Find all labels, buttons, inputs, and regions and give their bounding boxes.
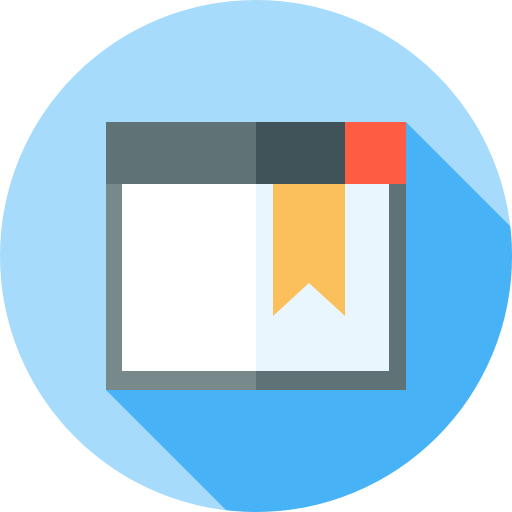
close-button-icon (345, 122, 406, 185)
icon-svg (0, 0, 512, 512)
title-bar-left (106, 122, 257, 185)
bookmarked-browser-window-icon (0, 0, 512, 512)
title-bar-right (256, 122, 346, 185)
page-left (122, 184, 257, 371)
